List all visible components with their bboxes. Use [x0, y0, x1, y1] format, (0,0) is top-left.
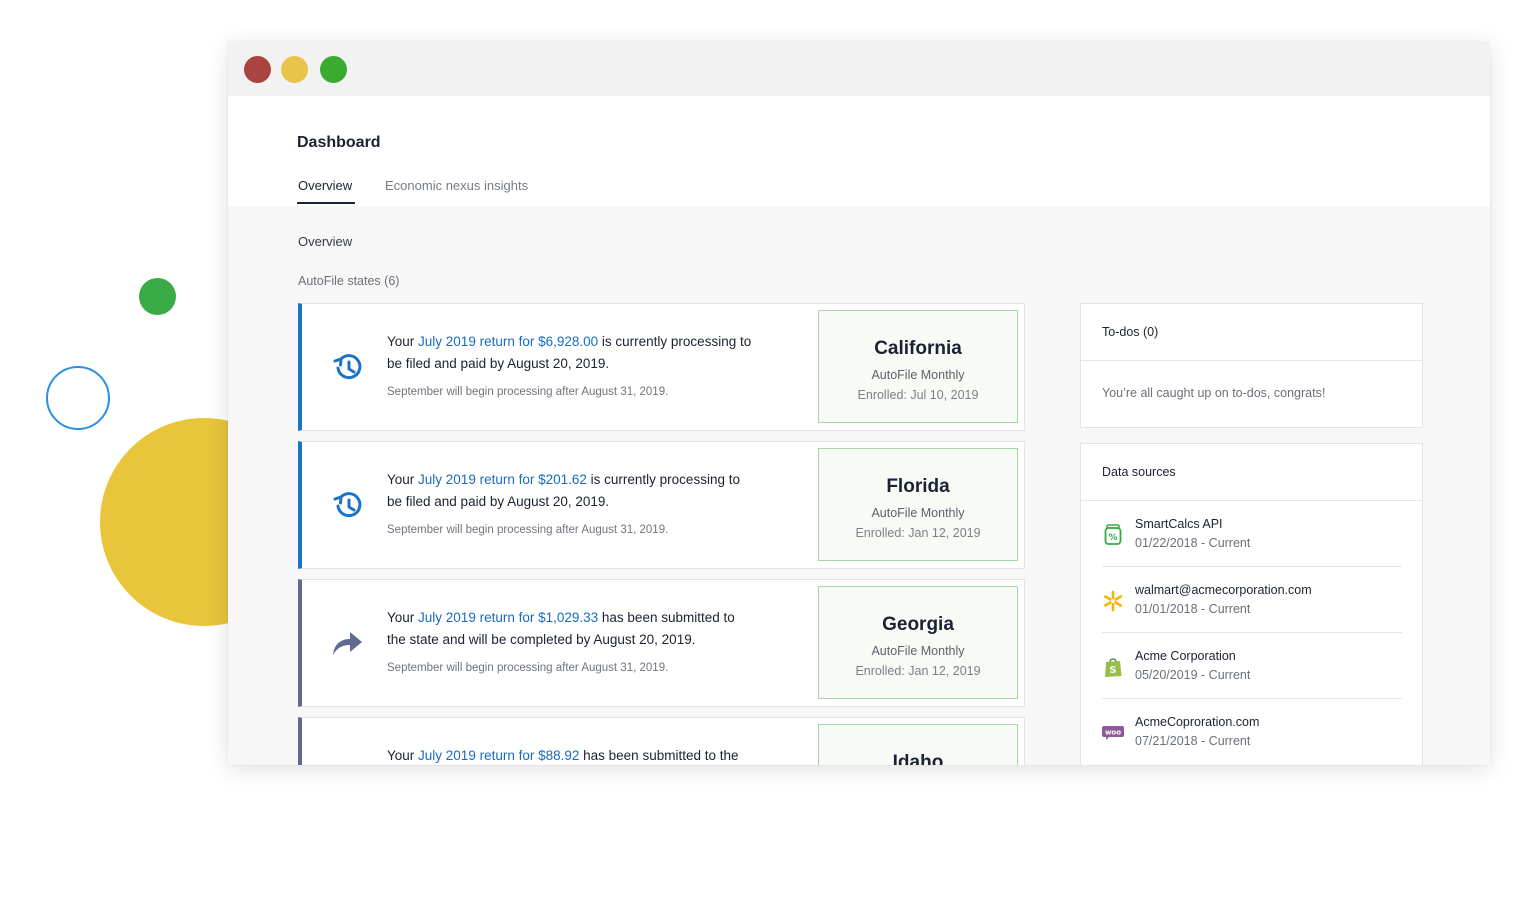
- window-titlebar: [228, 42, 1490, 96]
- svg-text:woo: woo: [1105, 729, 1121, 737]
- svg-text:S: S: [1109, 665, 1116, 676]
- maximize-window-button[interactable]: [320, 56, 347, 83]
- svg-text:%: %: [1108, 533, 1117, 543]
- state-plan: AutoFile Monthly: [871, 506, 965, 520]
- data-source-dates: 07/21/2018 - Current: [1135, 734, 1251, 748]
- stage: Dashboard Overview Economic nexus insigh…: [0, 0, 1520, 915]
- data-source-item[interactable]: S Acme Corporation 05/20/2019 - Current: [1102, 633, 1402, 699]
- data-source-dates: 01/01/2018 - Current: [1135, 602, 1251, 616]
- minimize-window-button[interactable]: [281, 56, 308, 83]
- data-source-name: walmart@acmecorporation.com: [1135, 583, 1312, 597]
- share-arrow-icon: [333, 632, 362, 655]
- smartcalcs-icon: %: [1102, 524, 1124, 546]
- data-source-item[interactable]: woo AcmeCoproration.com 07/21/2018 - Cur…: [1102, 699, 1402, 765]
- close-window-button[interactable]: [244, 56, 271, 83]
- data-source-item[interactable]: % SmartCalcs API 01/22/2018 - Current: [1102, 501, 1402, 567]
- decorative-blue-ring: [46, 366, 110, 430]
- shopify-bag-icon: S: [1102, 656, 1124, 678]
- section-title: Overview: [298, 234, 353, 249]
- woo-icon: woo: [1102, 722, 1124, 744]
- processing-note: September will begin processing after Au…: [387, 386, 669, 398]
- state-enrollment-box[interactable]: California AutoFile Monthly Enrolled: Ju…: [818, 310, 1018, 423]
- status-text-prefix: Your: [387, 334, 419, 349]
- return-status-text: Your July 2019 return for $6,928.00 is c…: [387, 331, 757, 375]
- tab-economic-nexus-insights[interactable]: Economic nexus insights: [385, 178, 528, 193]
- data-source-dates: 01/22/2018 - Current: [1135, 536, 1251, 550]
- state-enrolled-date: Enrolled: Jan 12, 2019: [855, 664, 981, 678]
- return-status-text: Your July 2019 return for $88.92 has bee…: [387, 745, 757, 765]
- todos-title: To-dos (0): [1081, 304, 1422, 361]
- state-name: Florida: [886, 476, 950, 497]
- status-text-prefix: Your: [387, 472, 419, 487]
- app-window: Dashboard Overview Economic nexus insigh…: [228, 42, 1490, 765]
- return-link[interactable]: July 2019 return for $88.92: [418, 748, 579, 763]
- autofile-state-card: Your July 2019 return for $1,029.33 has …: [298, 579, 1025, 707]
- decorative-green-dot: [139, 278, 176, 315]
- state-enrollment-box[interactable]: Idaho: [818, 724, 1018, 765]
- return-link[interactable]: July 2019 return for $6,928.00: [418, 334, 598, 349]
- tab-overview[interactable]: Overview: [298, 178, 352, 193]
- state-enrolled-date: Enrolled: Jan 12, 2019: [855, 526, 981, 540]
- state-plan: AutoFile Monthly: [871, 644, 965, 658]
- data-sources-panel: Data sources % SmartCalcs API 01/22/2018…: [1080, 443, 1423, 765]
- processing-note: September will begin processing after Au…: [387, 662, 669, 674]
- data-sources-title: Data sources: [1081, 444, 1422, 501]
- processing-note: September will begin processing after Au…: [387, 524, 669, 536]
- state-plan: AutoFile Monthly: [871, 368, 965, 382]
- active-tab-indicator: [297, 202, 355, 204]
- todos-panel: To-dos (0) You’re all caught up on to-do…: [1080, 303, 1423, 428]
- data-source-item[interactable]: walmart@acmecorporation.com 01/01/2018 -…: [1102, 567, 1402, 633]
- history-icon: [333, 354, 362, 380]
- autofile-state-card: Your July 2019 return for $201.62 is cur…: [298, 441, 1025, 569]
- return-link[interactable]: July 2019 return for $201.62: [418, 472, 587, 487]
- page-header: Dashboard Overview Economic nexus insigh…: [228, 96, 1490, 206]
- history-icon: [333, 492, 362, 518]
- return-status-text: Your July 2019 return for $1,029.33 has …: [387, 607, 757, 651]
- todos-empty-message: You’re all caught up on to-dos, congrats…: [1102, 386, 1326, 400]
- status-text-prefix: Your: [387, 748, 419, 763]
- autofile-state-card: Your July 2019 return for $88.92 has bee…: [298, 717, 1025, 765]
- return-link[interactable]: July 2019 return for $1,029.33: [418, 610, 598, 625]
- state-enrollment-box[interactable]: Georgia AutoFile Monthly Enrolled: Jan 1…: [818, 586, 1018, 699]
- return-status-text: Your July 2019 return for $201.62 is cur…: [387, 469, 757, 513]
- data-source-name: Acme Corporation: [1135, 649, 1236, 663]
- state-name: Idaho: [892, 752, 944, 765]
- state-name: Georgia: [882, 614, 954, 635]
- state-name: California: [874, 338, 962, 359]
- page-title: Dashboard: [297, 134, 381, 151]
- data-source-name: AcmeCoproration.com: [1135, 715, 1260, 729]
- autofile-states-label: AutoFile states (6): [298, 274, 400, 288]
- data-source-name: SmartCalcs API: [1135, 517, 1223, 531]
- status-text-suffix: has been submitted to the: [579, 748, 739, 763]
- status-text-prefix: Your: [387, 610, 419, 625]
- walmart-spark-icon: [1102, 590, 1124, 612]
- autofile-state-card: Your July 2019 return for $6,928.00 is c…: [298, 303, 1025, 431]
- state-enrollment-box[interactable]: Florida AutoFile Monthly Enrolled: Jan 1…: [818, 448, 1018, 561]
- state-enrolled-date: Enrolled: Jul 10, 2019: [857, 388, 979, 402]
- data-source-dates: 05/20/2019 - Current: [1135, 668, 1251, 682]
